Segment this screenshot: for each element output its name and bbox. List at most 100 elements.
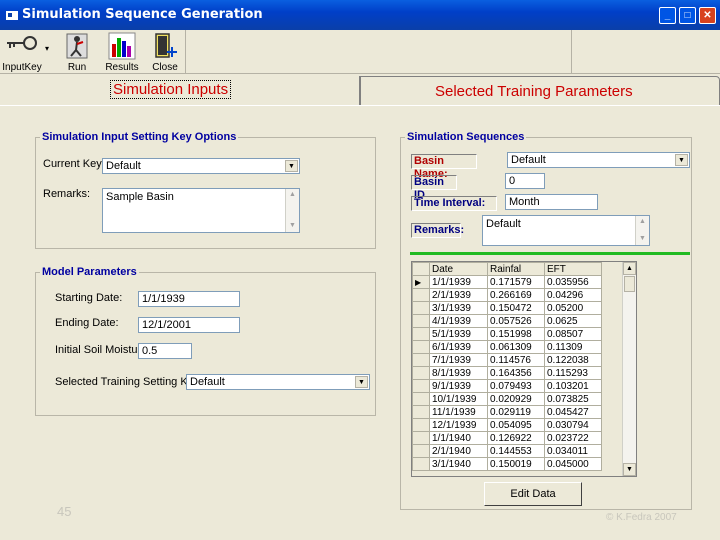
table-cell[interactable]: 0.144553 [487, 444, 545, 458]
table-cell[interactable]: 4/1/1939 [429, 314, 488, 328]
table-cell[interactable]: 5/1/1939 [429, 327, 488, 341]
sequence-data-grid[interactable]: Date Rainfal EFT ▶ 1/1/1939 0.171579 0.0359… [411, 261, 637, 477]
table-cell[interactable]: 0.020929 [487, 392, 545, 406]
table-cell[interactable]: 0.057526 [487, 314, 545, 328]
table-row[interactable]: 6/1/1939 0.061309 0.11309 [412, 340, 602, 354]
table-row[interactable]: 1/1/1940 0.126922 0.023722 [412, 431, 602, 445]
row-indicator[interactable] [412, 444, 430, 458]
training-key-select[interactable]: Default ▼ [186, 374, 370, 390]
row-indicator[interactable] [412, 457, 430, 471]
table-cell[interactable]: 0.171579 [487, 275, 545, 289]
table-cell[interactable]: 0.030794 [544, 418, 602, 432]
row-indicator[interactable] [412, 431, 430, 445]
table-cell[interactable]: 0.045000 [544, 457, 602, 471]
table-cell[interactable]: 0.023722 [544, 431, 602, 445]
table-row[interactable]: ▶ 1/1/1939 0.171579 0.035956 [412, 275, 602, 289]
chevron-down-icon[interactable]: ▼ [675, 154, 688, 166]
current-key-select[interactable]: Default ▼ [102, 158, 300, 174]
table-cell[interactable]: 0.029119 [487, 405, 545, 419]
scroll-down-icon[interactable]: ▼ [286, 220, 299, 232]
table-cell[interactable]: 1/1/1939 [429, 275, 488, 289]
chevron-down-icon[interactable]: ▼ [285, 160, 298, 172]
table-cell[interactable]: 0.266169 [487, 288, 545, 302]
row-indicator[interactable] [412, 379, 430, 393]
inputkey-button[interactable]: InputKey [0, 32, 44, 74]
maximize-button[interactable]: □ [679, 7, 696, 24]
table-cell[interactable]: 0.079493 [487, 379, 545, 393]
scroll-up-icon[interactable]: ▲ [286, 189, 299, 201]
scroll-up-icon[interactable]: ▲ [623, 262, 636, 275]
column-header-date[interactable]: Date [429, 262, 488, 276]
table-cell[interactable]: 0.11309 [544, 340, 602, 354]
row-indicator[interactable] [412, 405, 430, 419]
sequence-remarks-scrollbar[interactable]: ▲ ▼ [635, 216, 649, 245]
results-button[interactable]: Results [103, 32, 141, 74]
table-cell[interactable]: 1/1/1940 [429, 431, 488, 445]
table-cell[interactable]: 0.164356 [487, 366, 545, 380]
row-indicator[interactable] [412, 418, 430, 432]
dropdown-arrow-icon[interactable]: ▾ [45, 44, 49, 53]
time-interval-input[interactable]: Month [505, 194, 598, 210]
basin-name-select[interactable]: Default ▼ [507, 152, 690, 168]
table-row[interactable]: 5/1/1939 0.151998 0.08507 [412, 327, 602, 341]
column-header-rainfall[interactable]: Rainfal [487, 262, 545, 276]
row-indicator[interactable] [412, 392, 430, 406]
row-indicator[interactable] [412, 366, 430, 380]
starting-date-input[interactable]: 1/1/1939 [138, 291, 240, 307]
scroll-down-icon[interactable]: ▼ [623, 463, 636, 476]
table-cell[interactable]: 10/1/1939 [429, 392, 488, 406]
remarks-textarea[interactable]: Sample Basin ▲ ▼ [102, 188, 300, 233]
chevron-down-icon[interactable]: ▼ [355, 376, 368, 388]
table-cell[interactable]: 8/1/1939 [429, 366, 488, 380]
table-row[interactable]: 3/1/1939 0.150472 0.05200 [412, 301, 602, 315]
table-cell[interactable]: 6/1/1939 [429, 340, 488, 354]
tab-selected-training-parameters[interactable]: Selected Training Parameters [360, 76, 720, 106]
table-row[interactable]: 10/1/1939 0.020929 0.073825 [412, 392, 602, 406]
table-cell[interactable]: 2/1/1940 [429, 444, 488, 458]
table-cell[interactable]: 0.114576 [487, 353, 545, 367]
table-cell[interactable]: 0.034011 [544, 444, 602, 458]
table-row[interactable]: 4/1/1939 0.057526 0.0625 [412, 314, 602, 328]
basin-id-input[interactable]: 0 [505, 173, 545, 189]
column-header-eft[interactable]: EFT [544, 262, 602, 276]
row-indicator[interactable] [412, 340, 430, 354]
scroll-thumb[interactable] [624, 276, 635, 292]
table-cell[interactable]: 0.045427 [544, 405, 602, 419]
grid-scrollbar[interactable]: ▲ ▼ [622, 262, 636, 476]
table-cell[interactable]: 0.103201 [544, 379, 602, 393]
remarks-scrollbar[interactable]: ▲ ▼ [285, 189, 299, 232]
table-row[interactable]: 3/1/1940 0.150019 0.045000 [412, 457, 602, 471]
edit-data-button[interactable]: Edit Data [484, 482, 582, 506]
table-cell[interactable]: 0.08507 [544, 327, 602, 341]
scroll-up-icon[interactable]: ▲ [636, 216, 649, 228]
table-cell[interactable]: 7/1/1939 [429, 353, 488, 367]
table-row[interactable]: 8/1/1939 0.164356 0.115293 [412, 366, 602, 380]
table-row[interactable]: 2/1/1939 0.266169 0.04296 [412, 288, 602, 302]
table-row[interactable]: 2/1/1940 0.144553 0.034011 [412, 444, 602, 458]
table-cell[interactable]: 9/1/1939 [429, 379, 488, 393]
table-cell[interactable]: 0.054095 [487, 418, 545, 432]
table-row[interactable]: 12/1/1939 0.054095 0.030794 [412, 418, 602, 432]
table-row[interactable]: 9/1/1939 0.079493 0.103201 [412, 379, 602, 393]
table-row[interactable]: 11/1/1939 0.029119 0.045427 [412, 405, 602, 419]
tab-simulation-inputs[interactable]: Simulation Inputs [0, 76, 360, 106]
table-cell[interactable]: 3/1/1939 [429, 301, 488, 315]
current-row-pointer-icon[interactable]: ▶ [412, 275, 430, 289]
ending-date-input[interactable]: 12/1/2001 [138, 317, 240, 333]
table-cell[interactable]: 0.05200 [544, 301, 602, 315]
table-cell[interactable]: 3/1/1940 [429, 457, 488, 471]
row-indicator[interactable] [412, 353, 430, 367]
soil-moisture-input[interactable]: 0.5 [138, 343, 192, 359]
table-cell[interactable]: 0.0625 [544, 314, 602, 328]
table-cell[interactable]: 0.035956 [544, 275, 602, 289]
table-cell[interactable]: 11/1/1939 [429, 405, 488, 419]
close-button[interactable]: Close [146, 32, 184, 74]
table-cell[interactable]: 0.126922 [487, 431, 545, 445]
minimize-button[interactable]: _ [659, 7, 676, 24]
table-cell[interactable]: 0.151998 [487, 327, 545, 341]
run-button[interactable]: Run [58, 32, 96, 74]
table-cell[interactable]: 0.150019 [487, 457, 545, 471]
table-cell[interactable]: 2/1/1939 [429, 288, 488, 302]
table-cell[interactable]: 12/1/1939 [429, 418, 488, 432]
row-indicator[interactable] [412, 314, 430, 328]
